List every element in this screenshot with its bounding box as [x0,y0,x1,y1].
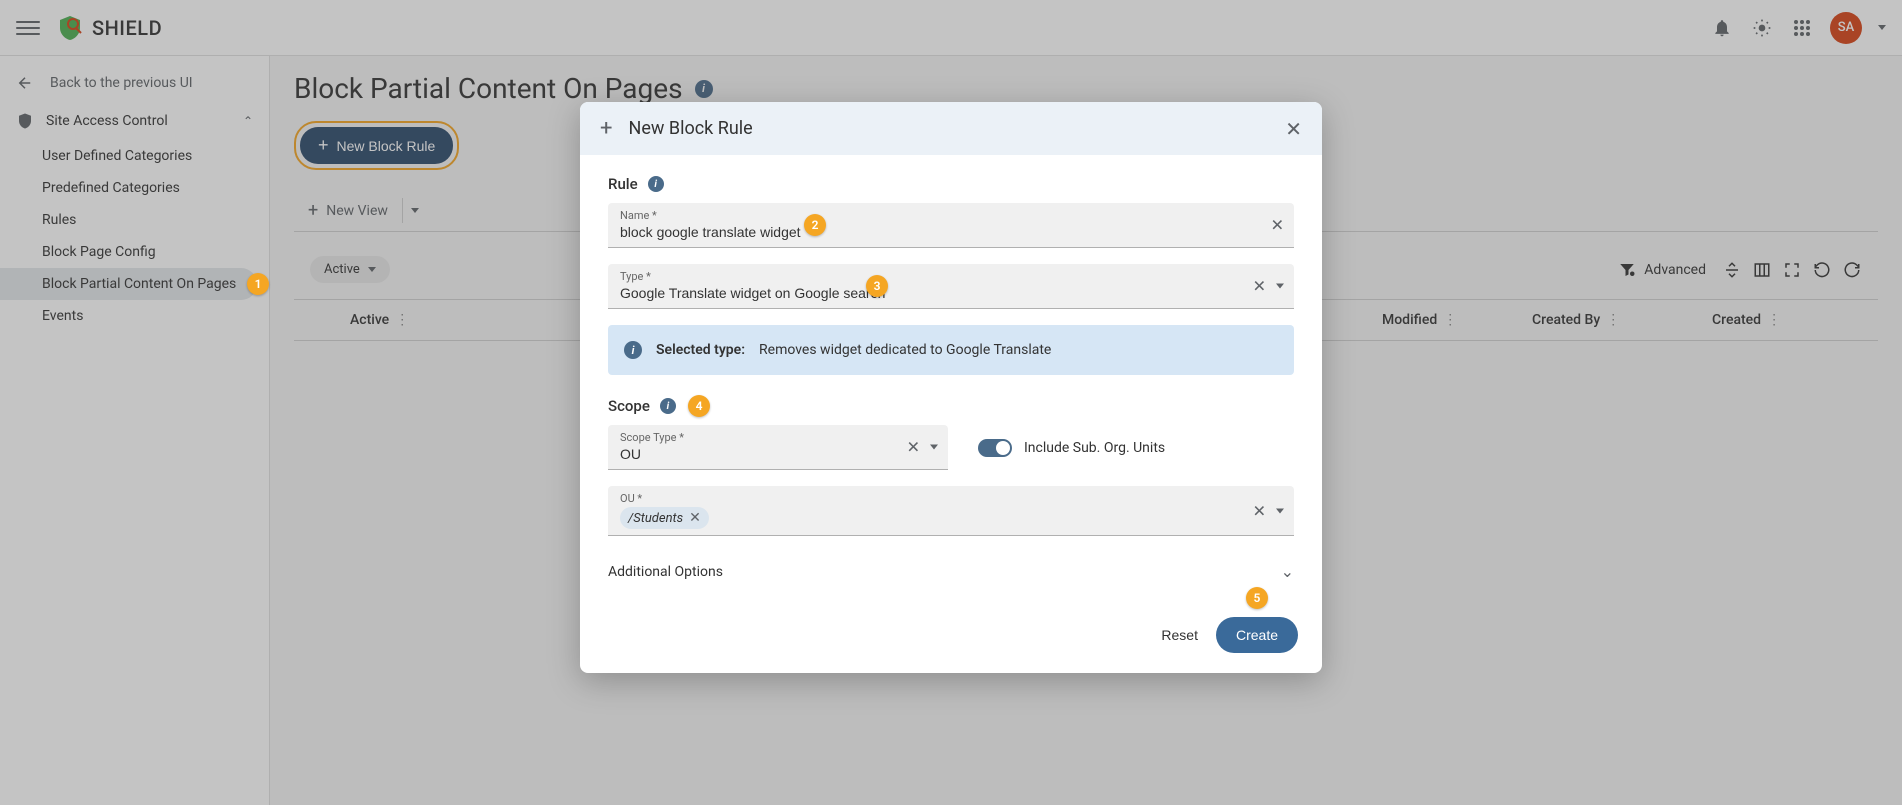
guide-marker-2: 2 [804,214,826,236]
selected-type-info: i Selected type: Removes widget dedicate… [608,325,1294,375]
name-input[interactable] [620,224,1282,240]
modal-overlay[interactable]: + New Block Rule ✕ Rule i Name * ✕ 2 Typ… [0,0,1902,805]
close-icon[interactable]: ✕ [1285,117,1302,141]
scope-type-input[interactable] [620,446,936,462]
scope-section-label: Scope i 4 [608,397,1294,415]
info-icon[interactable]: i [648,176,664,192]
guide-marker-1: 1 [247,273,269,295]
type-input[interactable] [620,285,1282,301]
info-icon: i [624,341,642,359]
include-sub-ou-label: Include Sub. Org. Units [1024,440,1165,456]
chip-remove-icon[interactable]: ✕ [689,510,701,526]
include-sub-ou-toggle[interactable] [978,439,1012,457]
clear-icon[interactable]: ✕ [1271,216,1284,235]
ou-field[interactable]: OU * /Students ✕ ✕ [608,486,1294,536]
plus-icon: + [600,116,612,141]
info-icon[interactable]: i [660,398,676,414]
guide-marker-3: 3 [866,275,888,297]
new-block-rule-dialog: + New Block Rule ✕ Rule i Name * ✕ 2 Typ… [580,102,1322,673]
type-label: Type * [620,270,1282,283]
dropdown-caret-icon[interactable] [1276,284,1284,289]
include-sub-ou-toggle-wrap: Include Sub. Org. Units [978,439,1165,457]
dropdown-caret-icon[interactable] [1276,508,1284,513]
ou-label: OU * [620,492,1282,505]
guide-marker-5: 5 [1246,587,1268,609]
clear-icon[interactable]: ✕ [1253,501,1266,520]
additional-options-toggle[interactable]: Additional Options ⌄ [608,552,1294,591]
dialog-title: New Block Rule [628,118,752,139]
reset-button[interactable]: Reset [1161,627,1198,643]
selected-type-desc: Removes widget dedicated to Google Trans… [759,342,1051,358]
name-field[interactable]: Name * ✕ 2 [608,203,1294,248]
scope-type-label: Scope Type * [620,431,936,444]
clear-icon[interactable]: ✕ [907,438,920,457]
dialog-header: + New Block Rule ✕ [580,102,1322,155]
chevron-down-icon: ⌄ [1281,562,1294,581]
dropdown-caret-icon[interactable] [930,445,938,450]
clear-icon[interactable]: ✕ [1253,277,1266,296]
type-field[interactable]: Type * ✕ 3 [608,264,1294,309]
selected-type-label: Selected type: [656,342,745,358]
scope-type-field[interactable]: Scope Type * ✕ [608,425,948,470]
rule-section-label: Rule i [608,175,1294,193]
dialog-footer: Reset 5 Create [580,603,1322,673]
guide-marker-4: 4 [688,395,710,417]
name-label: Name * [620,209,1282,222]
create-button[interactable]: Create [1216,617,1298,653]
ou-chip[interactable]: /Students ✕ [620,507,709,529]
